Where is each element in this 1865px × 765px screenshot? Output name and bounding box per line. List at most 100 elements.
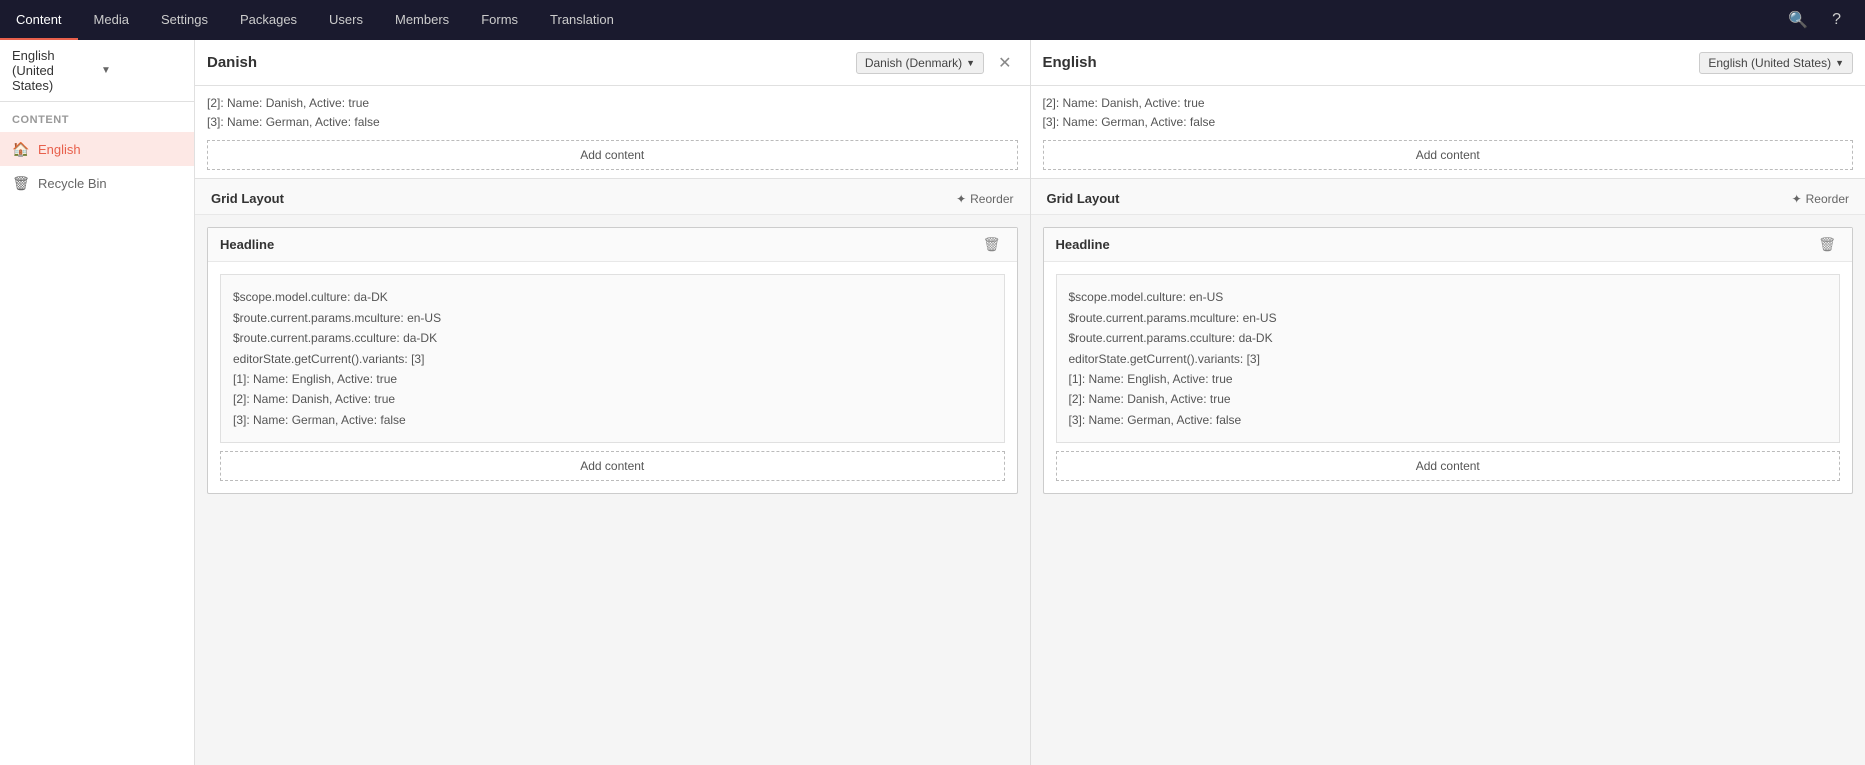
right-reorder-icon: ✦ xyxy=(1792,192,1802,206)
left-top-partial: [2]: Name: Danish, Active: true [3]: Nam… xyxy=(195,86,1030,179)
left-headline-block-header: Headline 🗑 xyxy=(208,228,1017,262)
help-icon: ? xyxy=(1832,11,1841,29)
right-pane-content: [2]: Name: Danish, Active: true [3]: Nam… xyxy=(1031,86,1865,765)
language-selector[interactable]: English (United States) ▼ xyxy=(0,40,194,102)
left-top-add-content-button[interactable]: Add content xyxy=(207,140,1018,170)
right-headline-block: Headline 🗑 $scope.model.culture: en-US $… xyxy=(1043,227,1854,494)
left-debug-text: $scope.model.culture: da-DK $route.curre… xyxy=(233,287,992,430)
right-variant-2: [2]: Name: Danish, Active: true xyxy=(1069,392,1231,406)
nav-item-settings[interactable]: Settings xyxy=(145,0,224,40)
left-pane-close-button[interactable]: ✕ xyxy=(992,51,1017,75)
home-icon: 🏠 xyxy=(12,140,30,158)
content-section-label: Content xyxy=(0,102,194,132)
reorder-icon: ✦ xyxy=(956,192,966,206)
left-grid-body: Headline 🗑 $scope.model.culture: da-DK $… xyxy=(195,215,1030,506)
right-reorder-button[interactable]: ✦ Reorder xyxy=(1792,192,1849,206)
left-pane-title: Danish xyxy=(207,54,848,71)
nav-right-actions: 🔍 ? xyxy=(1780,6,1865,34)
right-headline-add-content-button[interactable]: Add content xyxy=(1056,451,1841,481)
left-grid-section: Grid Layout ✦ Reorder Headline 🗑 xyxy=(195,179,1030,506)
right-editor-pane: English English (United States) ▼ [2]: N… xyxy=(1031,40,1865,765)
left-headline-inner: $scope.model.culture: da-DK $route.curre… xyxy=(220,274,1005,443)
main-layout: English (United States) ▼ Content 🏠 Engl… xyxy=(0,40,1865,765)
left-headline-delete-button[interactable]: 🗑 xyxy=(979,234,1005,255)
right-grid-section: Grid Layout ✦ Reorder Headline 🗑 xyxy=(1031,179,1865,506)
left-variant-2: [2]: Name: Danish, Active: true xyxy=(233,392,395,406)
left-top-add-content-label: Add content xyxy=(580,148,644,162)
left-scope-culture: $scope.model.culture: da-DK xyxy=(233,290,388,304)
nav-item-translation[interactable]: Translation xyxy=(534,0,630,40)
left-headline-add-content-label: Add content xyxy=(580,459,644,473)
right-lang-badge[interactable]: English (United States) ▼ xyxy=(1699,52,1853,74)
left-variant-1: [1]: Name: English, Active: true xyxy=(233,372,397,386)
trash-icon: 🗑 xyxy=(12,174,30,192)
nav-item-packages[interactable]: Packages xyxy=(224,0,313,40)
right-variant-1: [1]: Name: English, Active: true xyxy=(1069,372,1233,386)
right-route-cculture: $route.current.params.cculture: da-DK xyxy=(1069,331,1273,345)
left-route-cculture: $route.current.params.cculture: da-DK xyxy=(233,331,437,345)
left-grid-layout-label: Grid Layout xyxy=(211,191,284,206)
nav-item-forms[interactable]: Forms xyxy=(465,0,534,40)
help-button[interactable]: ? xyxy=(1824,7,1849,33)
right-variant-3: [3]: Name: German, Active: false xyxy=(1069,413,1242,427)
right-headline-inner: $scope.model.culture: en-US $route.curre… xyxy=(1056,274,1841,443)
selected-language: English (United States) xyxy=(12,48,93,93)
sidebar: English (United States) ▼ Content 🏠 Engl… xyxy=(0,40,195,765)
chevron-down-icon: ▼ xyxy=(101,65,182,76)
left-lang-chevron-icon: ▼ xyxy=(966,58,975,68)
left-partial-line1: [2]: Name: Danish, Active: true [3]: Nam… xyxy=(207,94,1018,132)
left-partial-text-line1: [2]: Name: Danish, Active: true xyxy=(207,96,369,110)
right-headline-add-content-label: Add content xyxy=(1416,459,1480,473)
nav-item-content[interactable]: Content xyxy=(0,0,78,40)
right-top-add-content-label: Add content xyxy=(1416,148,1480,162)
right-top-add-content-button[interactable]: Add content xyxy=(1043,140,1854,170)
right-partial-text: [2]: Name: Danish, Active: true [3]: Nam… xyxy=(1043,94,1854,132)
left-reorder-label: Reorder xyxy=(970,192,1013,206)
right-headline-block-title: Headline xyxy=(1056,237,1815,252)
right-debug-text: $scope.model.culture: en-US $route.curre… xyxy=(1069,287,1828,430)
sidebar-item-recycle-bin[interactable]: 🗑 Recycle Bin xyxy=(0,166,194,200)
content-area: Danish Danish (Denmark) ▼ ✕ [2]: Name: D… xyxy=(195,40,1865,765)
right-grid-header: Grid Layout ✦ Reorder xyxy=(1031,179,1865,215)
right-headline-block-content: $scope.model.culture: en-US $route.curre… xyxy=(1044,262,1853,493)
left-pane-header: Danish Danish (Denmark) ▼ ✕ xyxy=(195,40,1030,86)
left-pane-content: [2]: Name: Danish, Active: true [3]: Nam… xyxy=(195,86,1030,765)
nav-item-users[interactable]: Users xyxy=(313,0,379,40)
right-reorder-label: Reorder xyxy=(1806,192,1849,206)
left-grid-header: Grid Layout ✦ Reorder xyxy=(195,179,1030,215)
right-pane-header: English English (United States) ▼ xyxy=(1031,40,1865,86)
right-headline-block-header: Headline 🗑 xyxy=(1044,228,1853,262)
right-variants-count: editorState.getCurrent().variants: [3] xyxy=(1069,352,1260,366)
left-variant-3: [3]: Name: German, Active: false xyxy=(233,413,406,427)
right-pane-title: English xyxy=(1043,54,1692,71)
search-button[interactable]: 🔍 xyxy=(1780,6,1816,34)
right-lang-chevron-icon: ▼ xyxy=(1835,58,1844,68)
right-top-partial: [2]: Name: Danish, Active: true [3]: Nam… xyxy=(1031,86,1865,179)
left-lang-badge-label: Danish (Denmark) xyxy=(865,56,962,70)
sidebar-item-english-label: English xyxy=(38,142,81,157)
right-partial-text-line1: [2]: Name: Danish, Active: true xyxy=(1043,96,1205,110)
right-route-mculture: $route.current.params.mculture: en-US xyxy=(1069,311,1277,325)
nav-item-members[interactable]: Members xyxy=(379,0,465,40)
left-headline-block-title: Headline xyxy=(220,237,979,252)
right-grid-layout-label: Grid Layout xyxy=(1047,191,1120,206)
left-editor-pane: Danish Danish (Denmark) ▼ ✕ [2]: Name: D… xyxy=(195,40,1031,765)
right-partial-text-line2: [3]: Name: German, Active: false xyxy=(1043,115,1216,129)
right-grid-body: Headline 🗑 $scope.model.culture: en-US $… xyxy=(1031,215,1865,506)
nav-item-media[interactable]: Media xyxy=(78,0,145,40)
left-reorder-button[interactable]: ✦ Reorder xyxy=(956,192,1013,206)
left-route-mculture: $route.current.params.mculture: en-US xyxy=(233,311,441,325)
left-headline-add-content-button[interactable]: Add content xyxy=(220,451,1005,481)
left-headline-block: Headline 🗑 $scope.model.culture: da-DK $… xyxy=(207,227,1018,494)
right-headline-delete-button[interactable]: 🗑 xyxy=(1814,234,1840,255)
left-partial-text-line2: [3]: Name: German, Active: false xyxy=(207,115,380,129)
search-icon: 🔍 xyxy=(1788,10,1808,30)
top-navigation: Content Media Settings Packages Users Me… xyxy=(0,0,1865,40)
sidebar-item-english[interactable]: 🏠 English xyxy=(0,132,194,166)
left-variants-count: editorState.getCurrent().variants: [3] xyxy=(233,352,424,366)
right-lang-badge-label: English (United States) xyxy=(1708,56,1831,70)
sidebar-item-recycle-bin-label: Recycle Bin xyxy=(38,176,107,191)
left-headline-block-content: $scope.model.culture: da-DK $route.curre… xyxy=(208,262,1017,493)
left-lang-badge[interactable]: Danish (Denmark) ▼ xyxy=(856,52,984,74)
right-scope-culture: $scope.model.culture: en-US xyxy=(1069,290,1224,304)
